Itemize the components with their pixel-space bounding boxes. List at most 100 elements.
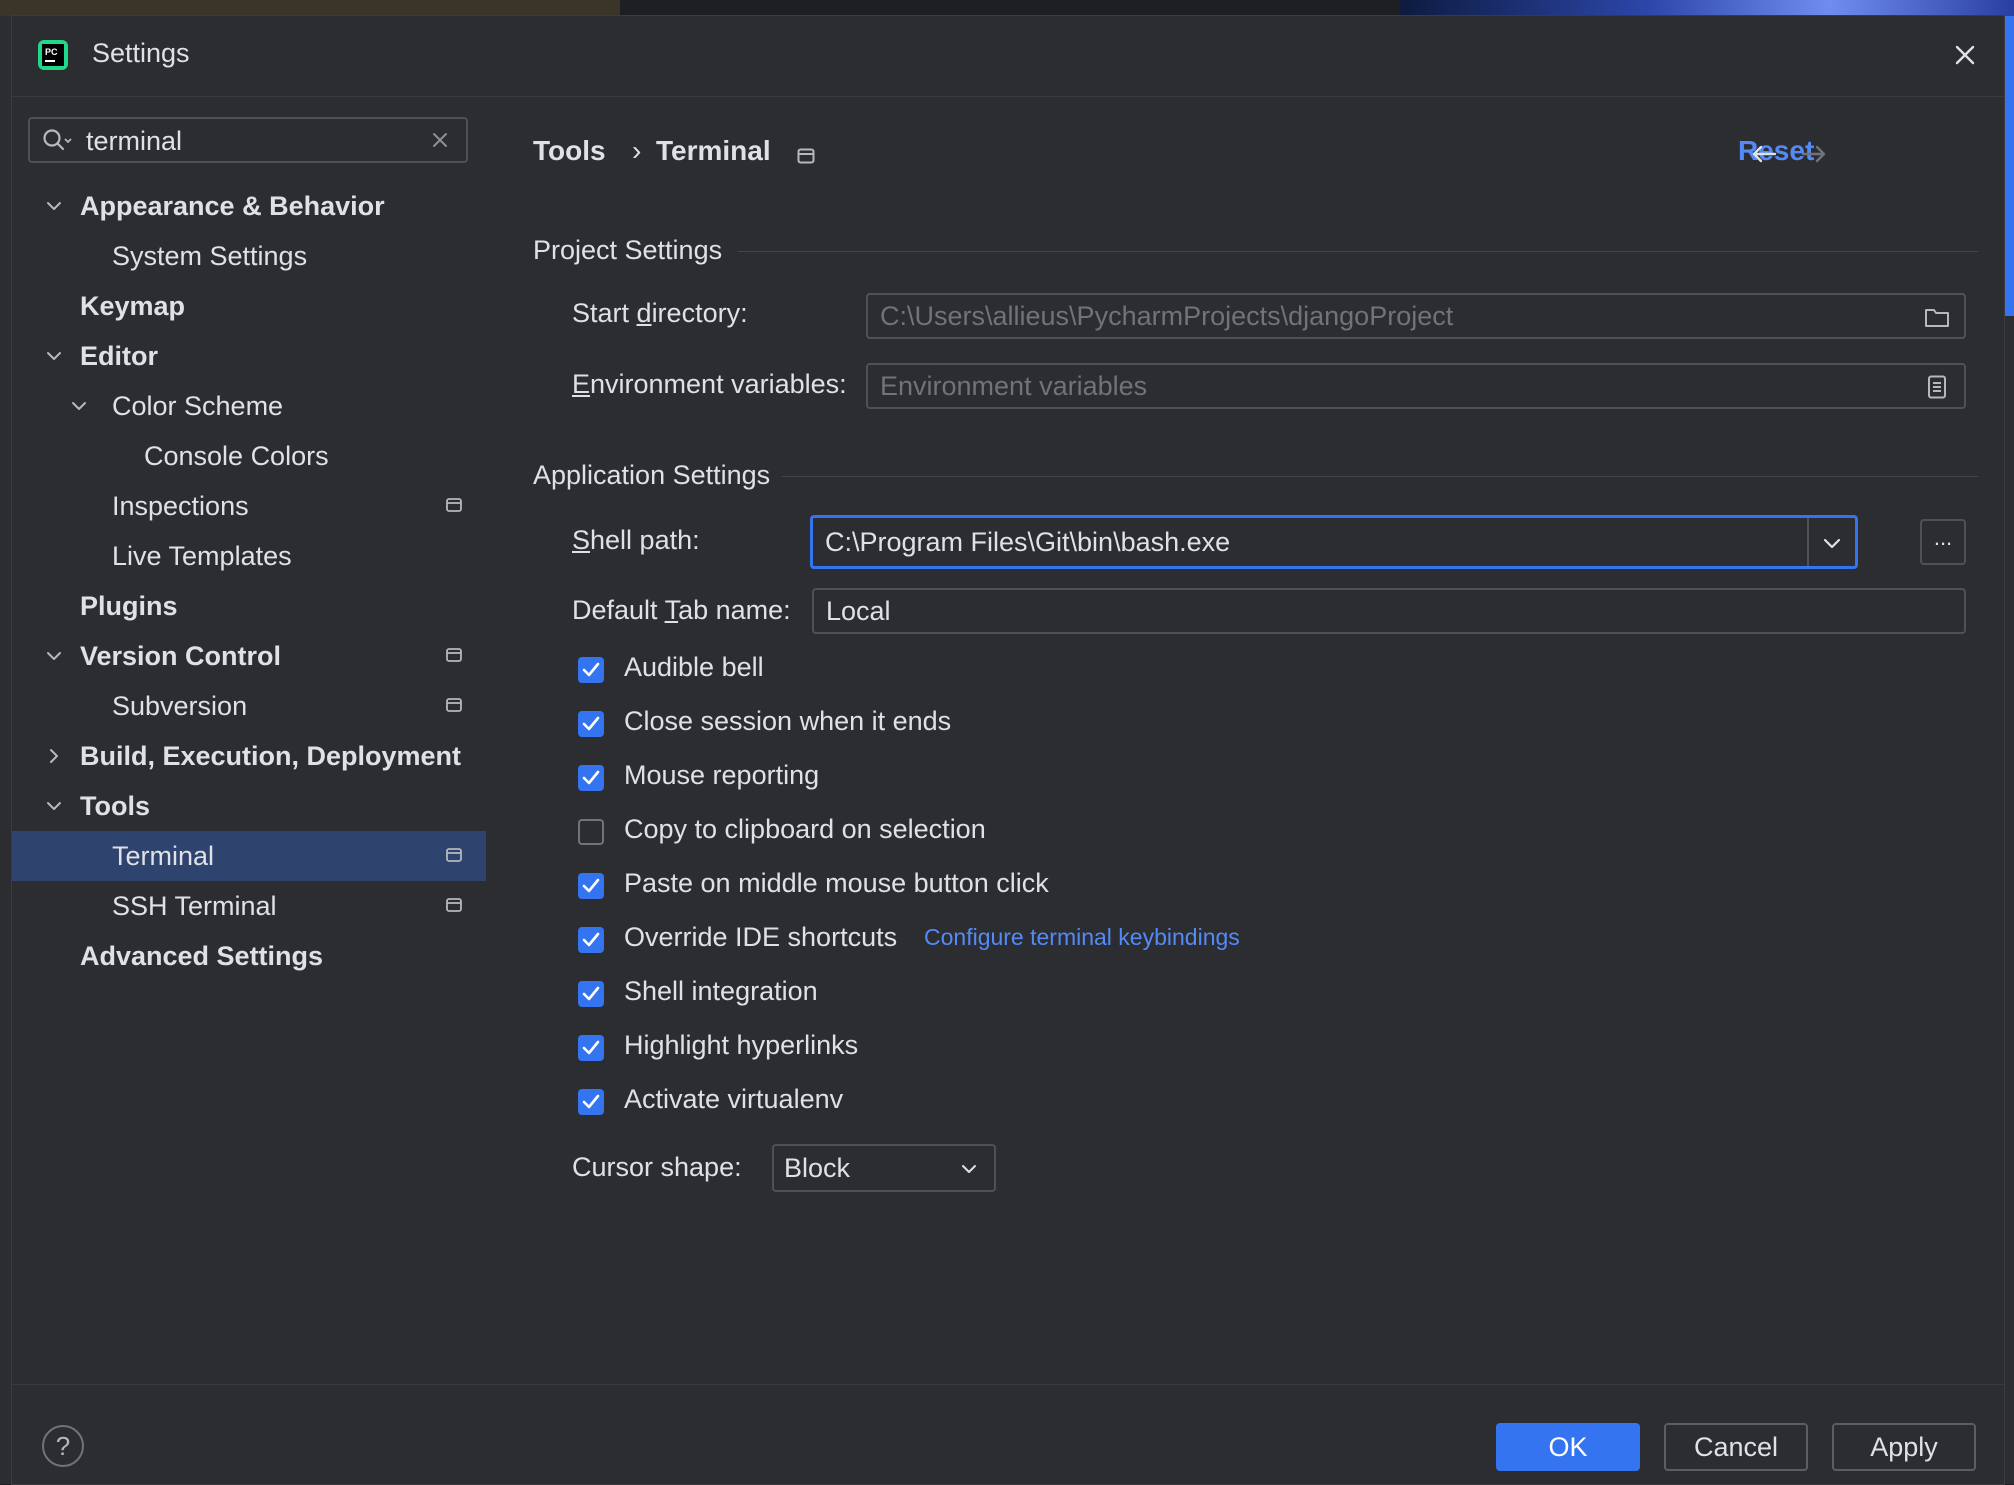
sidebar-item-label: Console Colors: [144, 441, 329, 471]
sidebar-item-system-settings[interactable]: System Settings: [12, 231, 486, 281]
checkbox-label[interactable]: Audible bell: [624, 652, 764, 683]
help-button[interactable]: ?: [42, 1425, 84, 1467]
folder-icon[interactable]: [1924, 305, 1950, 329]
ok-button[interactable]: OK: [1496, 1423, 1640, 1471]
section-divider: [782, 476, 1978, 477]
shell-path-combobox[interactable]: C:\Program Files\Git\bin\bash.exe: [810, 515, 1858, 569]
sidebar-item-advanced-settings[interactable]: Advanced Settings: [12, 931, 486, 981]
checkbox-checked[interactable]: [578, 927, 604, 953]
settings-sidebar: Appearance & Behavior System Settings Keym…: [12, 97, 486, 1397]
checkbox-label[interactable]: Shell integration: [624, 976, 818, 1007]
sidebar-item-console-colors[interactable]: Console Colors: [12, 431, 486, 481]
chevron-down-icon[interactable]: [69, 396, 89, 416]
project-scope-icon: [446, 848, 462, 862]
checkmark-icon: [582, 986, 600, 1001]
checkbox-label[interactable]: Copy to clipboard on selection: [624, 814, 986, 845]
sidebar-item-subversion[interactable]: Subversion: [12, 681, 486, 731]
sidebar-item-terminal[interactable]: Terminal: [12, 831, 486, 881]
sidebar-item-plugins[interactable]: Plugins: [12, 581, 486, 631]
checkbox-unchecked[interactable]: [578, 819, 604, 845]
arrow-left-icon[interactable]: [1749, 139, 1779, 169]
option-activate-virtualenv: Activate virtualenv: [578, 1082, 1778, 1122]
option-paste-on-middle-mouse-button-click: Paste on middle mouse button click: [578, 866, 1778, 906]
sidebar-item-inspections[interactable]: Inspections: [12, 481, 486, 531]
search-input[interactable]: [84, 123, 418, 159]
sidebar-item-editor[interactable]: Editor: [12, 331, 486, 381]
chevron-down-icon[interactable]: [44, 646, 64, 666]
settings-dialog: PC Settings Appearance & Behavior System …: [12, 16, 2004, 1484]
checkbox-checked[interactable]: [578, 765, 604, 791]
pycharm-icon: PC: [38, 40, 68, 70]
sidebar-item-label: Live Templates: [112, 541, 292, 571]
sidebar-item-label: Subversion: [112, 691, 248, 721]
sidebar-item-label: Tools: [80, 791, 150, 821]
checkbox-checked[interactable]: [578, 873, 604, 899]
option-copy-to-clipboard-on-selection: Copy to clipboard on selection: [578, 812, 1778, 852]
cursor-shape-value: Block: [784, 1153, 851, 1183]
sidebar-item-color-scheme[interactable]: Color Scheme: [12, 381, 486, 431]
checkbox-checked[interactable]: [578, 657, 604, 683]
checkbox-checked[interactable]: [578, 1089, 604, 1115]
option-highlight-hyperlinks: Highlight hyperlinks: [578, 1028, 1778, 1068]
clear-icon[interactable]: [430, 130, 450, 150]
apply-button[interactable]: Apply: [1832, 1423, 1976, 1471]
sidebar-item-ssh-terminal[interactable]: SSH Terminal: [12, 881, 486, 931]
close-icon[interactable]: [1948, 38, 1982, 72]
default-tab-name-field[interactable]: Local: [812, 588, 1966, 634]
checkbox-checked[interactable]: [578, 711, 604, 737]
sidebar-item-version-control[interactable]: Version Control: [12, 631, 486, 681]
checkmark-icon: [582, 878, 600, 893]
checkbox-label[interactable]: Mouse reporting: [624, 760, 819, 791]
configure-keybindings-link[interactable]: Configure terminal keybindings: [924, 924, 1240, 951]
window-title: Settings: [92, 38, 190, 68]
start-directory-field[interactable]: C:\Users\allieus\PycharmProjects\djangoP…: [866, 293, 1966, 339]
sidebar-item-label: Keymap: [80, 291, 186, 321]
sidebar-item-label: Appearance & Behavior: [80, 191, 385, 221]
checkmark-icon: [582, 1040, 600, 1055]
sidebar-item-label: Editor: [80, 341, 158, 371]
sidebar-item-build-execution-deployment[interactable]: Build, Execution, Deployment: [12, 731, 486, 781]
cancel-button[interactable]: Cancel: [1664, 1423, 1808, 1471]
checkmark-icon: [582, 1094, 600, 1109]
title-bar: PC Settings: [12, 16, 2004, 97]
chevron-right-icon[interactable]: [44, 746, 64, 766]
sidebar-item-tools[interactable]: Tools: [12, 781, 486, 831]
application-settings-title: Application Settings: [533, 460, 771, 490]
settings-search-field[interactable]: [28, 117, 468, 163]
chevron-down-icon[interactable]: [44, 196, 64, 216]
start-directory-value: C:\Users\allieus\PycharmProjects\djangoP…: [880, 301, 1454, 331]
sidebar-item-label: Inspections: [112, 491, 249, 521]
breadcrumb-tools[interactable]: Tools: [533, 135, 606, 167]
cursor-shape-select[interactable]: Block: [772, 1144, 996, 1192]
checkbox-checked[interactable]: [578, 1035, 604, 1061]
checkbox-label[interactable]: Close session when it ends: [624, 706, 951, 737]
chevron-down-icon[interactable]: [44, 346, 64, 366]
checkbox-label[interactable]: Activate virtualenv: [624, 1084, 843, 1115]
checkbox-label[interactable]: Paste on middle mouse button click: [624, 868, 1049, 899]
arrow-right-icon[interactable]: [1799, 139, 1829, 169]
checkbox-checked[interactable]: [578, 981, 604, 1007]
shell-path-value: C:\Program Files\Git\bin\bash.exe: [825, 527, 1231, 557]
chevron-down-icon[interactable]: [1821, 534, 1843, 552]
shell-path-label: Shell path:: [572, 525, 700, 555]
browse-shell-button[interactable]: ...: [1920, 519, 1966, 565]
checkbox-label[interactable]: Override IDE shortcuts: [624, 922, 897, 953]
sidebar-item-label: Terminal: [112, 841, 215, 871]
sidebar-item-appearance-behavior[interactable]: Appearance & Behavior: [12, 181, 486, 231]
breadcrumb-terminal: Terminal: [656, 135, 771, 166]
sidebar-item-label: Plugins: [80, 591, 178, 621]
breadcrumb-separator: ›: [632, 135, 642, 166]
option-shell-integration: Shell integration: [578, 974, 1778, 1014]
default-tab-name-label: Default Tab name:: [572, 595, 791, 625]
sidebar-item-keymap[interactable]: Keymap: [12, 281, 486, 331]
chevron-down-icon[interactable]: [44, 796, 64, 816]
project-scope-icon: [446, 898, 462, 912]
sidebar-item-label: Color Scheme: [112, 391, 284, 421]
environment-variables-field[interactable]: Environment variables: [866, 363, 1966, 409]
section-divider: [738, 251, 1978, 252]
search-icon[interactable]: [42, 128, 72, 154]
checkbox-label[interactable]: Highlight hyperlinks: [624, 1030, 858, 1061]
sidebar-item-live-templates[interactable]: Live Templates: [12, 531, 486, 581]
document-icon[interactable]: [1924, 375, 1950, 399]
checkmark-icon: [582, 932, 600, 947]
